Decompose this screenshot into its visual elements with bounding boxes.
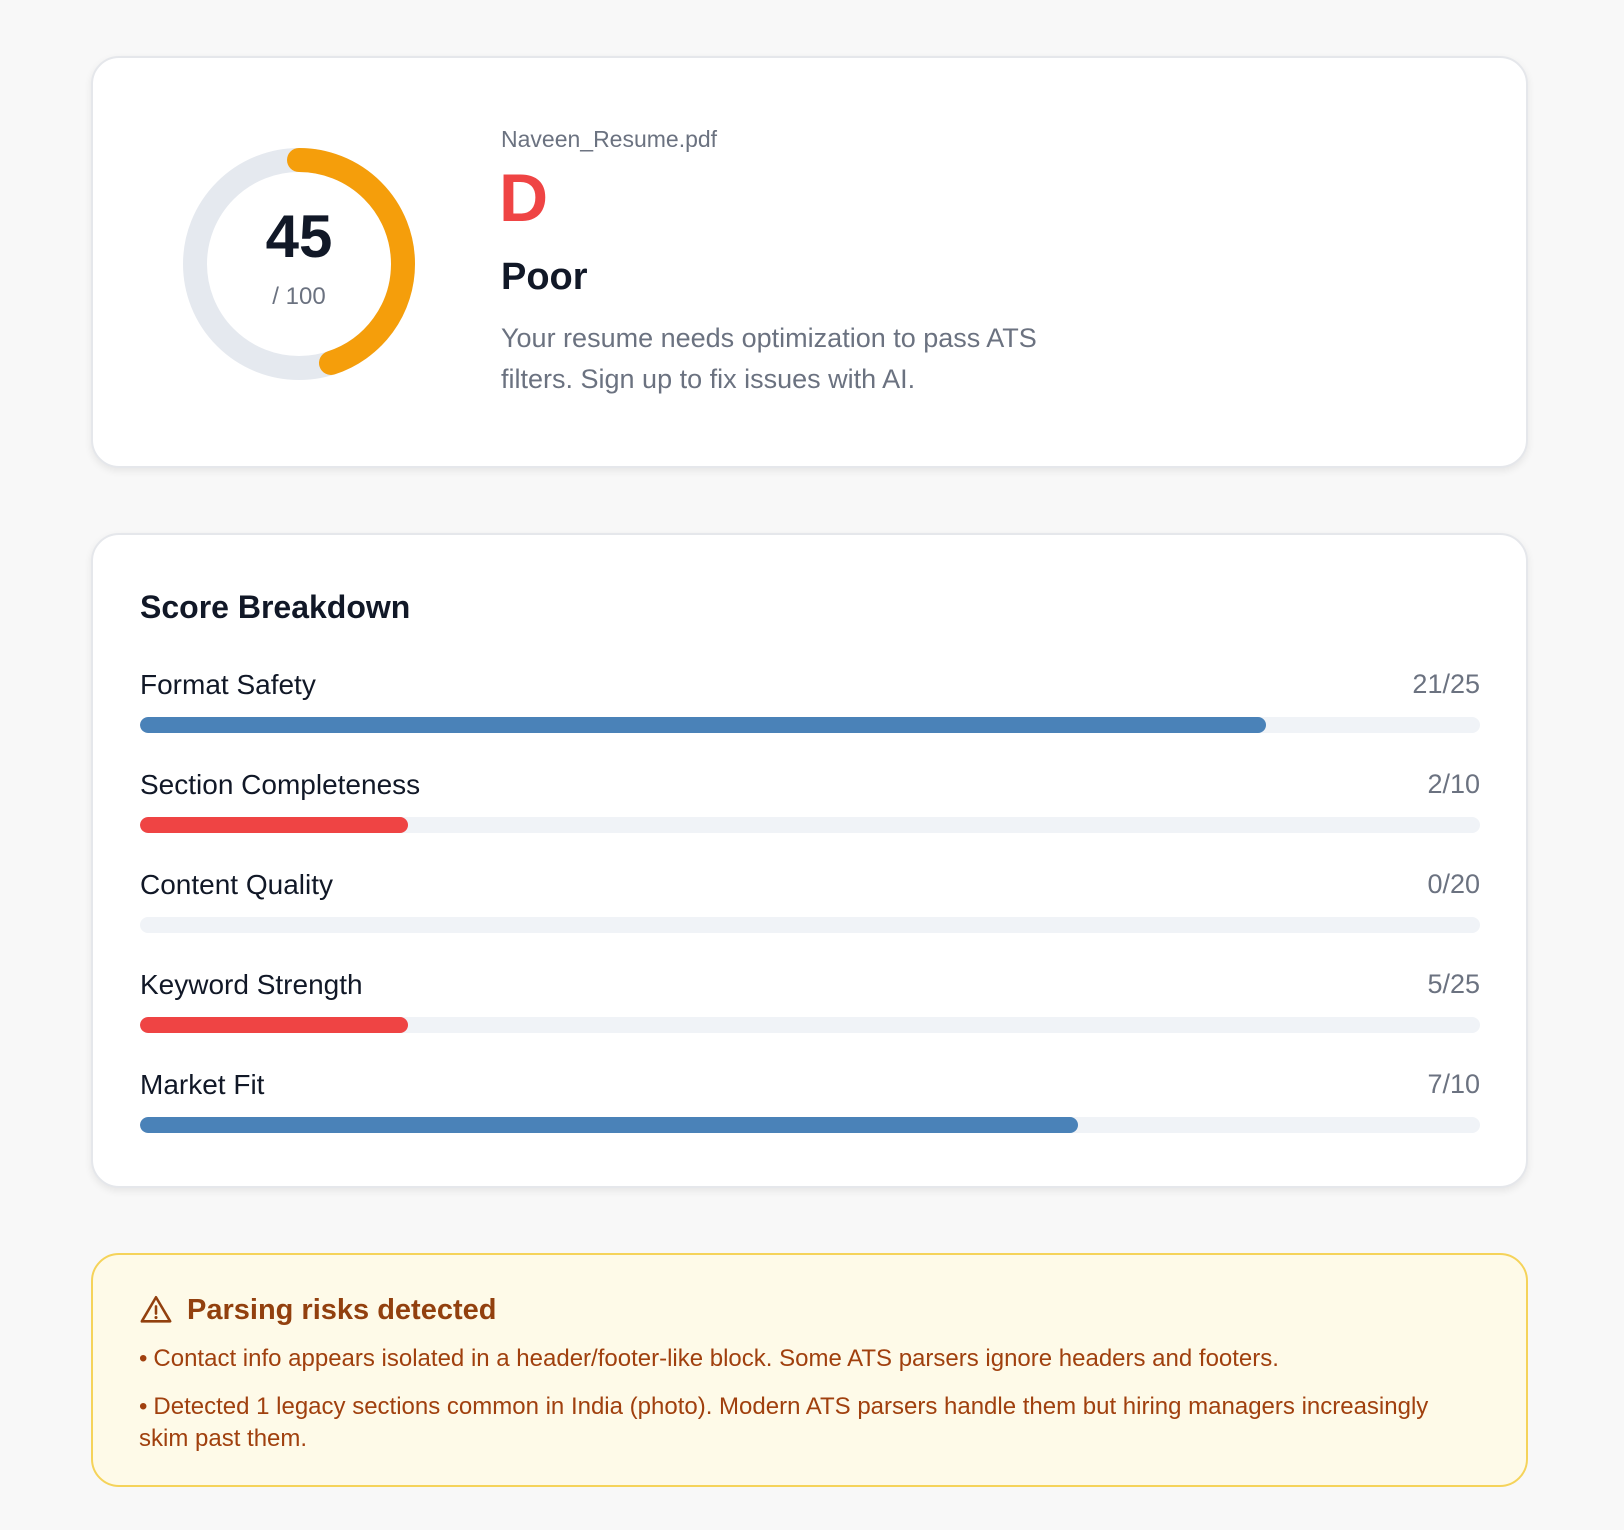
score-card: 45 / 100 Naveen_Resume.pdf D Poor Your r… xyxy=(91,56,1528,468)
resume-file-name: Naveen_Resume.pdf xyxy=(501,126,718,152)
alert-header: Parsing risks detected xyxy=(139,1293,496,1327)
breakdown-value: 7/10 xyxy=(1427,1069,1480,1099)
progress-track xyxy=(140,917,1480,933)
progress-fill xyxy=(140,817,408,833)
bullet: • xyxy=(139,1345,148,1372)
progress-fill xyxy=(140,1117,1078,1133)
progress-track xyxy=(140,1117,1480,1133)
alert-title: Parsing risks detected xyxy=(187,1293,497,1326)
score-max-label: / 100 xyxy=(272,283,326,310)
breakdown-label: Content Quality xyxy=(140,869,333,900)
breakdown-title: Score Breakdown xyxy=(140,589,411,625)
warning-triangle-icon xyxy=(140,1295,172,1323)
progress-track xyxy=(140,817,1480,833)
score-ring: 45 / 100 xyxy=(181,146,417,382)
alert-item-text: Contact info appears isolated in a heade… xyxy=(153,1345,1279,1372)
score-breakdown-card: Score Breakdown Format Safety 21/25 Sect… xyxy=(91,533,1528,1188)
breakdown-row-market-fit: Market Fit 7/10 xyxy=(140,1069,1480,1149)
progress-fill xyxy=(140,1017,408,1033)
grade-letter: D xyxy=(499,160,549,236)
alert-item: • Detected 1 legacy sections common in In… xyxy=(139,1391,1469,1455)
breakdown-label: Section Completeness xyxy=(140,769,421,800)
breakdown-row-format-safety: Format Safety 21/25 xyxy=(140,669,1480,749)
progress-track xyxy=(140,717,1480,733)
breakdown-value: 5/25 xyxy=(1427,969,1480,999)
breakdown-value: 0/20 xyxy=(1427,869,1480,899)
rating-label: Poor xyxy=(501,256,588,298)
progress-track xyxy=(140,1017,1480,1033)
score-summary: Your resume needs optimization to pass A… xyxy=(501,323,1037,394)
breakdown-row-keyword-strength: Keyword Strength 5/25 xyxy=(140,969,1480,1049)
alert-list: • Contact info appears isolated in a head… xyxy=(139,1343,1469,1471)
breakdown-label: Format Safety xyxy=(140,669,316,700)
breakdown-label: Market Fit xyxy=(140,1069,265,1100)
alert-item: • Contact info appears isolated in a head… xyxy=(139,1343,1469,1375)
bullet: • xyxy=(139,1393,148,1420)
breakdown-row-content-quality: Content Quality 0/20 xyxy=(140,869,1480,949)
breakdown-row-section-completeness: Section Completeness 2/10 xyxy=(140,769,1480,849)
breakdown-value: 2/10 xyxy=(1427,769,1480,799)
score-ring-center: 45 / 100 xyxy=(181,146,417,382)
breakdown-value: 21/25 xyxy=(1412,669,1480,699)
progress-fill xyxy=(140,717,1266,733)
parsing-risks-alert: Parsing risks detected • Contact info app… xyxy=(91,1253,1528,1487)
score-value: 45 xyxy=(265,203,333,270)
alert-item-text: Detected 1 legacy sections common in Ind… xyxy=(139,1393,1429,1452)
breakdown-label: Keyword Strength xyxy=(140,969,363,1000)
